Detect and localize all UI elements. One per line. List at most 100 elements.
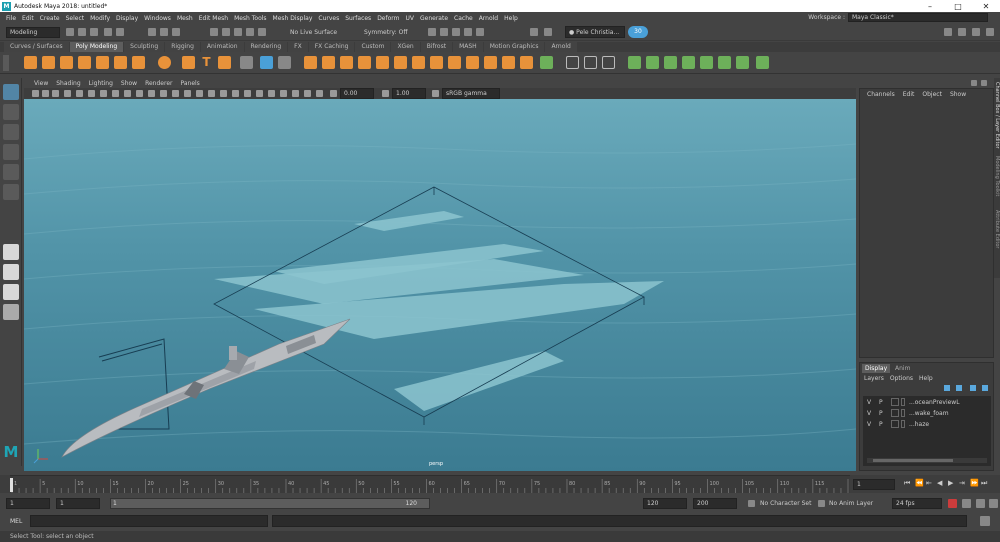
go-to-start-icon[interactable]: ⏮ (904, 479, 912, 488)
channel-box-icon[interactable] (986, 28, 994, 36)
viewport-persp[interactable]: persp (24, 99, 856, 471)
layer-name[interactable]: ...haze (909, 420, 929, 429)
time-slider[interactable]: 1 5 10 15 20 25 30 35 40 45 50 55 60 65 70 75 80 85 90 95 10… (0, 475, 1000, 493)
safe-action-icon[interactable] (136, 90, 143, 97)
shelf-tab-rendering[interactable]: Rendering (244, 42, 288, 52)
poke-face-icon[interactable] (602, 56, 615, 69)
channel-menu-channels[interactable]: Channels (863, 91, 899, 98)
ipr-render-icon[interactable] (440, 28, 448, 36)
menu-arnold[interactable]: Arnold (476, 15, 501, 22)
bevel-icon[interactable] (412, 56, 425, 69)
select-component-icon[interactable] (172, 28, 180, 36)
playback-start-field[interactable]: 1 (56, 498, 100, 509)
render-frame-icon[interactable] (428, 28, 436, 36)
play-forward-icon[interactable]: ▶ (948, 479, 956, 488)
image-plane-icon[interactable] (64, 90, 71, 97)
redo-icon[interactable] (116, 28, 124, 36)
modeling-toolkit-icon[interactable] (944, 28, 952, 36)
layer-menu-options[interactable]: Options (890, 374, 913, 383)
new-layer-selected-icon[interactable] (982, 385, 988, 391)
layer-color-swatch[interactable] (901, 398, 905, 406)
audio-icon[interactable] (976, 499, 985, 508)
color-space-dropdown[interactable]: sRGB gamma (442, 88, 500, 99)
layer-visibility-toggle[interactable]: V (867, 398, 871, 407)
snap-grid-icon[interactable] (210, 28, 218, 36)
animation-start-field[interactable]: 1 (6, 498, 50, 509)
shelf-tab-xgen[interactable]: XGen (391, 42, 420, 52)
uv-editor-icon[interactable] (540, 56, 553, 69)
exposure-field[interactable]: 0.00 (340, 88, 374, 99)
new-scene-icon[interactable] (66, 28, 74, 36)
select-object-icon[interactable] (160, 28, 168, 36)
play-backward-icon[interactable]: ◀ (937, 479, 945, 488)
time-slider-track[interactable]: 1 5 10 15 20 25 30 35 40 45 50 55 60 65 70 75 80 85 90 95 10… (10, 475, 850, 493)
menu-create[interactable]: Create (37, 15, 63, 22)
xray-components-icon[interactable] (316, 90, 323, 97)
shelf-tab-poly-modeling[interactable]: Poly Modeling (69, 42, 124, 52)
slide-edge-icon[interactable] (520, 56, 533, 69)
menu-uv[interactable]: UV (403, 15, 418, 22)
layer-scrollbar[interactable] (867, 458, 987, 463)
step-forward-key-icon[interactable]: ⇥ (959, 479, 967, 488)
menu-windows[interactable]: Windows (141, 15, 174, 22)
menu-mesh-tools[interactable]: Mesh Tools (231, 15, 269, 22)
wireframe-on-shaded-icon[interactable] (184, 90, 191, 97)
fps-dropdown[interactable]: 24 fps (892, 498, 942, 509)
snap-point-icon[interactable] (234, 28, 242, 36)
extrude-icon[interactable] (394, 56, 407, 69)
menu-edit-mesh[interactable]: Edit Mesh (196, 15, 231, 22)
connect-icon[interactable] (484, 56, 497, 69)
panel-menu-show[interactable]: Show (117, 80, 141, 87)
menu-mesh-display[interactable]: Mesh Display (270, 15, 316, 22)
render-settings-icon[interactable] (452, 28, 460, 36)
side-tab-modeling-toolkit[interactable]: Modeling Toolkit (994, 156, 1000, 206)
channel-menu-show[interactable]: Show (946, 91, 970, 98)
four-view-layout-icon[interactable] (3, 264, 19, 280)
undo-icon[interactable] (104, 28, 112, 36)
layer-tab-anim[interactable]: Anim (892, 364, 920, 373)
shelf-tab-custom[interactable]: Custom (355, 42, 391, 52)
arnold-render-icon[interactable] (530, 28, 538, 36)
anim-layer-icon[interactable] (818, 500, 825, 507)
anim-layer-dropdown[interactable]: No Anim Layer (829, 498, 884, 509)
poly-cube-icon[interactable] (42, 56, 55, 69)
new-layer-empty-icon[interactable] (970, 385, 976, 391)
poly-disc-icon[interactable] (132, 56, 145, 69)
fill-hole-icon[interactable] (358, 56, 371, 69)
move-layer-down-icon[interactable] (956, 385, 962, 391)
layer-menu-help[interactable]: Help (919, 374, 933, 383)
shelf-menu-icon[interactable] (3, 55, 9, 71)
playback-end-field[interactable]: 120 (643, 498, 687, 509)
layer-name[interactable]: ...wake_foam (909, 409, 949, 418)
channel-menu-edit[interactable]: Edit (899, 91, 919, 98)
shelf-tab-motion-graphics[interactable]: Motion Graphics (483, 42, 545, 52)
current-time-indicator[interactable] (10, 478, 13, 492)
grid-toggle-icon[interactable] (76, 90, 83, 97)
maximize-icon[interactable]: □ (944, 0, 972, 12)
super-shape-icon[interactable] (182, 56, 195, 69)
persp-outliner-layout-icon[interactable] (3, 284, 19, 300)
arnold-ipr-icon[interactable] (544, 28, 552, 36)
bridge-icon[interactable] (340, 56, 353, 69)
poly-sphere-icon[interactable] (24, 56, 37, 69)
menu-display[interactable]: Display (113, 15, 141, 22)
panel-menu-lighting[interactable]: Lighting (85, 80, 117, 87)
layer-scrollbar-thumb[interactable] (873, 459, 953, 462)
scale-tool-icon[interactable] (3, 184, 19, 200)
separate-icon[interactable] (260, 56, 273, 69)
layer-visibility-toggle[interactable]: V (867, 409, 871, 418)
move-layer-up-icon[interactable] (944, 385, 950, 391)
command-input[interactable] (30, 515, 268, 527)
close-panel-icon[interactable] (981, 80, 987, 86)
shelf-tab-fx-caching[interactable]: FX Caching (308, 42, 355, 52)
insert-edge-loop-icon[interactable] (430, 56, 443, 69)
go-to-end-icon[interactable]: ⏭ (981, 479, 989, 488)
step-back-key-icon[interactable]: ⇤ (926, 479, 934, 488)
type-text-icon[interactable]: T (200, 56, 213, 69)
edge-flow-icon[interactable] (566, 56, 579, 69)
mel-label[interactable]: MEL (10, 516, 22, 527)
gate-mask-icon[interactable] (112, 90, 119, 97)
shelf-tab-sculpting[interactable]: Sculpting (124, 42, 165, 52)
channel-menu-object[interactable]: Object (918, 91, 946, 98)
lasso-tool-icon[interactable] (3, 104, 19, 120)
